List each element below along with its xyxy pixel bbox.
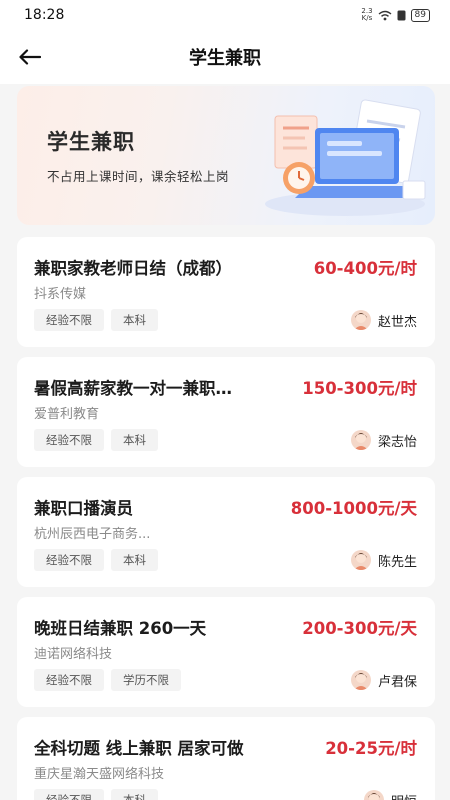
banner-subtitle: 不占用上课时间，课余轻松上岗: [47, 169, 230, 184]
avatar: [350, 550, 371, 570]
job-tags: 经验不限 本科: [34, 789, 158, 800]
job-tags: 经验不限 本科: [34, 549, 158, 571]
status-icons: 2.3 K/s 89: [361, 8, 430, 22]
job-company: 爱普利教育: [34, 407, 100, 422]
job-tag: 经验不限: [34, 309, 104, 331]
job-salary: 60-400元/时: [313, 259, 417, 278]
laptop-illustration-icon: [265, 99, 426, 216]
job-card[interactable]: 全科切题 线上兼职 居家可做 20-25元/时 重庆星瀚天盛网络科技 经验不限 …: [17, 717, 435, 800]
job-tag: 经验不限: [34, 669, 104, 691]
sim-icon: [397, 10, 406, 20]
job-tag: 本科: [111, 309, 158, 331]
job-tag: 本科: [111, 429, 158, 451]
nav-bar: 学生兼职: [0, 30, 450, 84]
page-title: 学生兼职: [189, 48, 261, 69]
job-company: 抖系传媒: [34, 287, 87, 302]
avatar: [350, 670, 371, 690]
recruiter-name: 陈先生: [377, 554, 417, 570]
job-tag: 本科: [111, 549, 158, 571]
arrow-left-icon: [19, 49, 41, 65]
recruiter: 卢君保: [350, 670, 417, 690]
job-tag: 经验不限: [34, 789, 104, 800]
back-button[interactable]: [16, 44, 44, 70]
avatar: [350, 430, 371, 450]
recruiter-name: 明恒: [391, 791, 417, 800]
recruiter-name: 梁志怡: [377, 434, 417, 450]
job-company: 迪诺网络科技: [34, 647, 113, 662]
job-title: 兼职口播演员: [34, 499, 133, 518]
job-tag: 经验不限: [34, 549, 104, 571]
battery-indicator: 89: [410, 8, 430, 22]
job-salary: 150-300元/时: [302, 379, 417, 398]
job-card[interactable]: 兼职口播演员 800-1000元/天 杭州辰西电子商务... 经验不限 本科 陈…: [17, 477, 435, 587]
avatar: [363, 790, 384, 800]
job-card[interactable]: 暑假高薪家教一对一兼职… 150-300元/时 爱普利教育 经验不限 本科 梁志…: [17, 357, 435, 467]
banner: 学生兼职 不占用上课时间，课余轻松上岗: [17, 86, 435, 225]
avatar: [350, 310, 371, 330]
recruiter: 赵世杰: [350, 310, 417, 330]
job-company: 杭州辰西电子商务...: [34, 527, 151, 542]
job-company: 重庆星瀚天盛网络科技: [34, 767, 165, 782]
job-card[interactable]: 晚班日结兼职 260一天 200-300元/天 迪诺网络科技 经验不限 学历不限…: [17, 597, 435, 707]
recruiter: 梁志怡: [350, 430, 417, 450]
wifi-icon: [378, 10, 391, 20]
job-title: 全科切题 线上兼职 居家可做: [34, 739, 244, 758]
job-tags: 经验不限 本科: [34, 309, 158, 331]
job-title: 兼职家教老师日结（成都）: [34, 259, 232, 278]
job-title: 晚班日结兼职 260一天: [34, 619, 207, 638]
job-list: 兼职家教老师日结（成都） 60-400元/时 抖系传媒 经验不限 本科 赵世杰 …: [17, 237, 435, 800]
job-salary: 20-25元/时: [325, 739, 417, 758]
status-bar: 18:28 2.3 K/s 89: [0, 0, 450, 30]
recruiter-name: 卢君保: [377, 674, 417, 690]
recruiter: 陈先生: [350, 550, 417, 570]
job-tag: 经验不限: [34, 429, 104, 451]
job-tags: 经验不限 本科: [34, 429, 158, 451]
job-title: 暑假高薪家教一对一兼职…: [34, 379, 232, 398]
job-card[interactable]: 兼职家教老师日结（成都） 60-400元/时 抖系传媒 经验不限 本科 赵世杰: [17, 237, 435, 347]
job-tag: 学历不限: [111, 669, 181, 691]
recruiter-name: 赵世杰: [377, 314, 417, 330]
job-tags: 经验不限 学历不限: [34, 669, 181, 691]
job-salary: 800-1000元/天: [290, 499, 417, 518]
network-speed: 2.3 K/s: [361, 7, 373, 22]
job-salary: 200-300元/天: [302, 619, 417, 638]
status-time: 18:28: [24, 7, 65, 23]
recruiter: 明恒: [363, 790, 417, 800]
banner-title: 学生兼职: [47, 130, 135, 154]
job-tag: 本科: [111, 789, 158, 800]
